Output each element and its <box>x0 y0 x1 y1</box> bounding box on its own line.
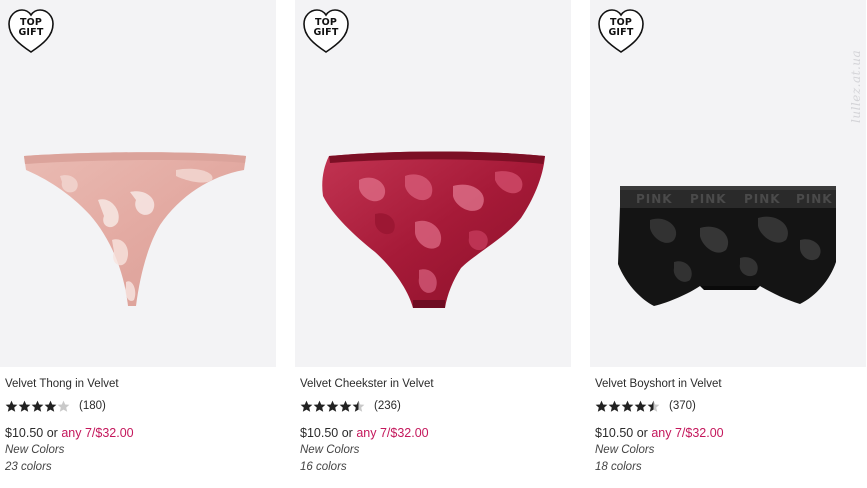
price-or: or <box>341 426 353 440</box>
star-icon <box>44 400 57 412</box>
star-icon <box>352 400 365 412</box>
new-colors-label: New Colors <box>5 444 65 456</box>
star-rating <box>595 400 660 413</box>
product-name[interactable]: Velvet Cheekster in Velvet <box>300 378 434 390</box>
multi-buy-deal: any 7/$32.00 <box>356 426 429 440</box>
star-icon <box>57 400 70 412</box>
product-image[interactable]: TOP GIFT <box>0 0 276 367</box>
star-icon <box>608 400 621 412</box>
product-name[interactable]: Velvet Thong in Velvet <box>5 378 119 390</box>
product-price: $10.50 or any 7/$32.00 <box>5 426 134 440</box>
new-colors-label: New Colors <box>595 444 655 456</box>
product-card[interactable]: PINK PINK PINK PINK TOP GIFT Velvet Boys… <box>590 0 866 488</box>
badge-label: TOP GIFT <box>313 17 339 38</box>
badge-label: TOP GIFT <box>18 17 44 38</box>
top-gift-badge: TOP GIFT <box>302 8 350 55</box>
star-icon <box>339 400 352 412</box>
product-image[interactable]: TOP GIFT <box>295 0 571 367</box>
product-name[interactable]: Velvet Boyshort in Velvet <box>595 378 722 390</box>
multi-buy-deal: any 7/$32.00 <box>61 426 134 440</box>
product-photo-thong <box>24 152 246 306</box>
top-gift-badge: TOP GIFT <box>597 8 645 55</box>
top-gift-badge: TOP GIFT <box>7 8 55 55</box>
star-icon <box>621 400 634 412</box>
star-icon <box>326 400 339 412</box>
price-or: or <box>46 426 58 440</box>
star-icon <box>634 400 647 412</box>
color-count: 16 colors <box>300 461 347 473</box>
star-icon <box>31 400 44 412</box>
price-or: or <box>636 426 648 440</box>
product-price: $10.50 or any 7/$32.00 <box>300 426 429 440</box>
svg-text:PINK: PINK <box>744 192 781 206</box>
site-watermark: lullez.at.ua <box>849 49 863 123</box>
svg-text:PINK: PINK <box>796 192 833 206</box>
review-count: (370) <box>669 400 696 412</box>
review-count: (236) <box>374 400 401 412</box>
product-price: $10.50 or any 7/$32.00 <box>595 426 724 440</box>
color-count: 23 colors <box>5 461 52 473</box>
price-value: $10.50 <box>5 426 44 440</box>
new-colors-label: New Colors <box>300 444 360 456</box>
product-rating[interactable]: (370) <box>595 399 696 413</box>
review-count: (180) <box>79 400 106 412</box>
star-rating <box>300 400 365 413</box>
product-photo-cheekster <box>322 151 545 308</box>
price-value: $10.50 <box>300 426 339 440</box>
product-card[interactable]: TOP GIFT Velvet Thong in Velvet (180) $1… <box>0 0 276 488</box>
product-card[interactable]: TOP GIFT Velvet Cheekster in Velvet (236… <box>295 0 571 488</box>
price-value: $10.50 <box>595 426 634 440</box>
star-icon <box>313 400 326 412</box>
star-icon <box>18 400 31 412</box>
product-photo-boyshort: PINK PINK PINK PINK <box>618 186 836 306</box>
product-rating[interactable]: (180) <box>5 399 106 413</box>
star-icon <box>595 400 608 412</box>
badge-label: TOP GIFT <box>608 17 634 38</box>
product-image[interactable]: PINK PINK PINK PINK TOP GIFT <box>590 0 866 367</box>
color-count: 18 colors <box>595 461 642 473</box>
product-grid: TOP GIFT Velvet Thong in Velvet (180) $1… <box>0 0 867 488</box>
star-icon <box>647 400 660 412</box>
svg-text:PINK: PINK <box>636 192 673 206</box>
product-rating[interactable]: (236) <box>300 399 401 413</box>
star-icon <box>5 400 18 412</box>
star-rating <box>5 400 70 413</box>
star-icon <box>300 400 313 412</box>
multi-buy-deal: any 7/$32.00 <box>651 426 724 440</box>
svg-text:PINK: PINK <box>690 192 727 206</box>
